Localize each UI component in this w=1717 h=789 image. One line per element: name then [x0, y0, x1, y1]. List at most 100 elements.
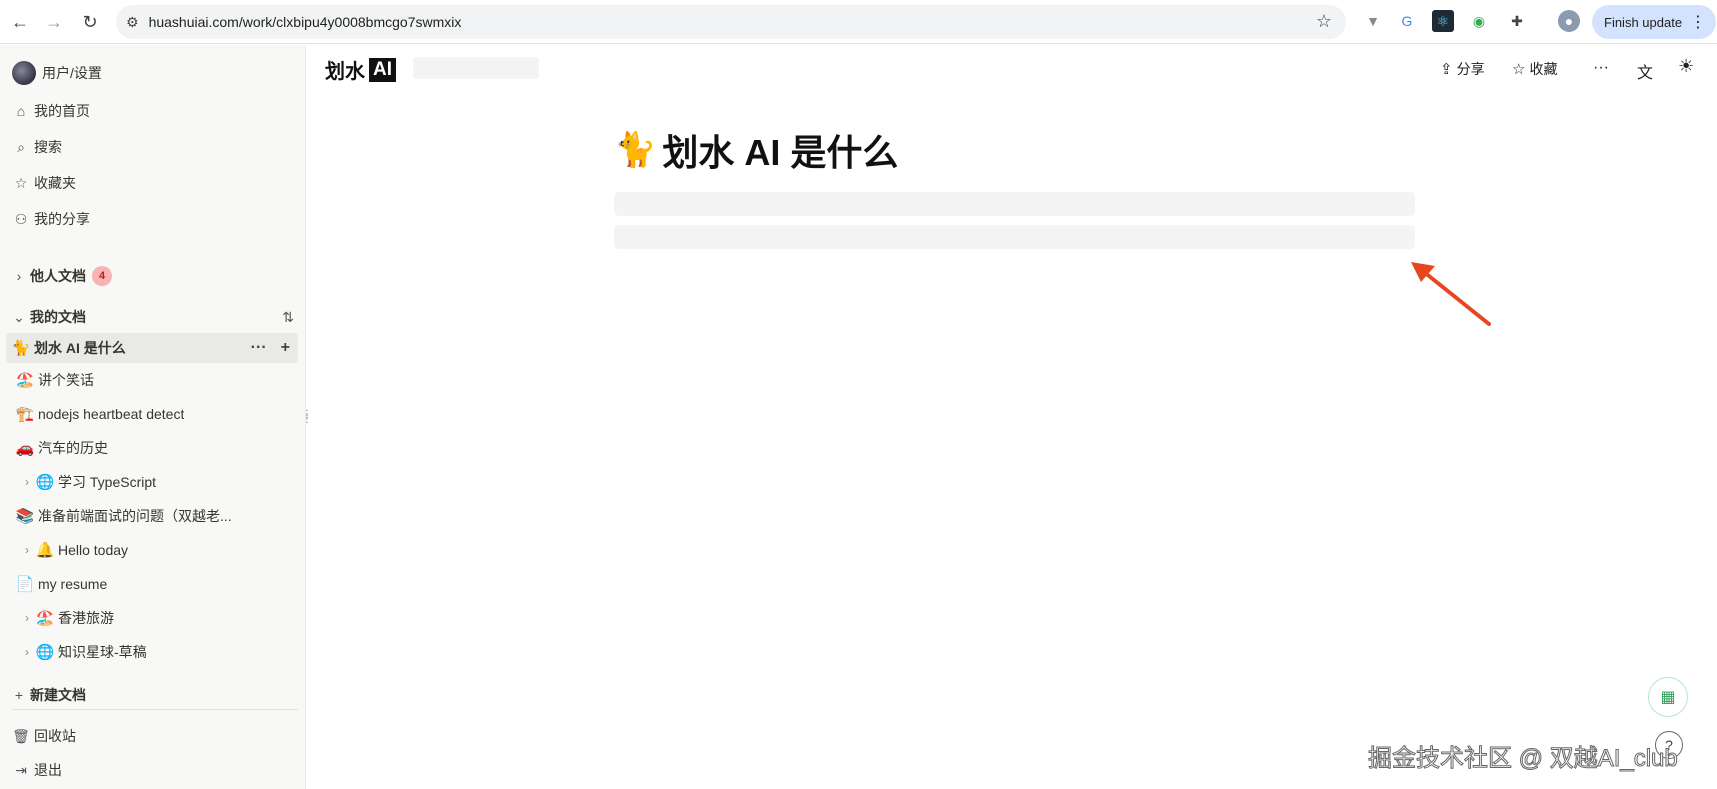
extension-react-icon[interactable]: ⚛: [1432, 10, 1454, 32]
browser-toolbar: ← → ↻ ⚙ huashuiai.com/work/clxbipu4y0008…: [0, 0, 1717, 44]
doc-item[interactable]: 📄 my resume: [6, 569, 298, 599]
others-docs-section[interactable]: › 他人文档 4: [12, 262, 112, 290]
theme-sun-icon[interactable]: ☀: [1678, 56, 1694, 77]
doc-emoji: 🌐: [35, 474, 55, 491]
doc-emoji: 🏗️: [15, 406, 35, 423]
doc-item[interactable]: 🏖️ 讲个笑话: [6, 365, 298, 395]
bookmark-star-icon[interactable]: ☆: [1316, 11, 1332, 32]
sidebar-item-label: 我的分享: [34, 211, 90, 227]
doc-emoji: 🔔: [35, 542, 55, 559]
extensions-puzzle-icon[interactable]: ✚: [1506, 10, 1528, 32]
doc-title: 知识星球-草稿: [58, 644, 147, 660]
avatar: [12, 61, 36, 85]
more-horizontal-icon[interactable]: ···: [1593, 59, 1609, 77]
doc-title: 学习 TypeScript: [58, 474, 157, 490]
sidebar-item-my-shares[interactable]: ⚇ 我的分享: [12, 205, 90, 233]
share-label: 分享: [1456, 61, 1485, 77]
sidebar-item-home[interactable]: ⌂ 我的首页: [12, 97, 90, 125]
doc-title: 汽车的历史: [38, 440, 108, 456]
doc-emoji: 🏖️: [15, 372, 35, 389]
doc-title: 香港旅游: [58, 610, 114, 626]
home-icon: ⌂: [16, 103, 26, 119]
search-icon: ⌕: [17, 138, 25, 155]
doc-title-text: 划水 AI 是什么: [662, 132, 899, 173]
doc-emoji: 📚: [15, 508, 35, 525]
new-doc-button[interactable]: + 新建文档: [12, 681, 86, 709]
user-settings-label: 用户/设置: [42, 65, 102, 81]
plus-icon: +: [14, 687, 24, 703]
trash-icon: 🗑: [12, 727, 30, 744]
add-icon[interactable]: +: [281, 339, 290, 357]
doc-title: 准备前端面试的问题（双越老...: [38, 508, 232, 524]
breadcrumb-placeholder: [413, 57, 539, 79]
star-icon: ☆: [14, 174, 28, 191]
doc-emoji: 🏖️: [35, 610, 55, 627]
doc-item-active[interactable]: 🐈 划水 AI 是什么 ··· +: [6, 333, 298, 363]
chevron-right-icon[interactable]: ›: [20, 543, 34, 557]
sidebar-resize-handle[interactable]: ⋮ ⋮: [302, 410, 312, 426]
trash-label: 回收站: [34, 728, 76, 744]
chevron-right-icon[interactable]: ›: [20, 645, 34, 659]
translate-icon[interactable]: 文: [1637, 59, 1653, 83]
share-icon: ⇪: [1440, 61, 1453, 78]
reload-icon[interactable]: ↻: [76, 8, 104, 36]
favorite-button[interactable]: ☆ 收藏: [1512, 59, 1557, 79]
doc-emoji: 🌐: [35, 644, 55, 661]
new-doc-label: 新建文档: [30, 687, 86, 703]
others-docs-count-badge: 4: [92, 266, 112, 286]
sidebar-item-label: 搜索: [34, 139, 62, 155]
users-icon: ⚇: [14, 210, 28, 227]
doc-item[interactable]: › 🌐 知识星球-草稿: [6, 637, 298, 667]
extension-round-icon[interactable]: ◉: [1468, 10, 1490, 32]
loading-skeleton-line: [614, 192, 1415, 216]
doc-item[interactable]: 🏗️ nodejs heartbeat detect: [6, 399, 298, 429]
profile-avatar-icon[interactable]: ●: [1558, 10, 1580, 32]
doc-item[interactable]: › 🌐 学习 TypeScript: [6, 467, 298, 497]
annotation-arrow: [1411, 262, 1491, 326]
logo[interactable]: 划水 AI: [325, 55, 396, 84]
qr-code-icon[interactable]: ▦: [1648, 677, 1688, 717]
doc-title: nodejs heartbeat detect: [38, 406, 185, 422]
logout-icon: ⇥: [15, 761, 27, 778]
doc-title: Hello today: [58, 542, 129, 558]
sidebar-item-favorites[interactable]: ☆ 收藏夹: [12, 169, 76, 197]
finish-update-button[interactable]: Finish update ⋮: [1592, 5, 1716, 39]
doc-title-emoji: 🐈: [614, 131, 657, 169]
doc-item[interactable]: › 🏖️ 香港旅游: [6, 603, 298, 633]
more-horizontal-icon[interactable]: ···: [251, 339, 267, 357]
url-text[interactable]: huashuiai.com/work/clxbipu4y0008bmcgo7sw…: [149, 14, 462, 30]
doc-item[interactable]: 📚 准备前端面试的问题（双越老...: [6, 501, 298, 531]
logout-button[interactable]: ⇥ 退出: [12, 756, 62, 784]
sidebar-item-label: 我的首页: [34, 103, 90, 119]
forward-icon[interactable]: →: [40, 8, 68, 36]
share-button[interactable]: ⇪ 分享: [1440, 59, 1485, 79]
extension-translate-icon[interactable]: G: [1396, 10, 1418, 32]
address-bar[interactable]: ⚙ huashuiai.com/work/clxbipu4y0008bmcgo7…: [116, 5, 1346, 39]
more-vertical-icon: ⋮: [1690, 14, 1706, 31]
page-title[interactable]: 🐈 划水 AI 是什么: [614, 124, 898, 176]
user-settings[interactable]: 用户/设置: [12, 59, 102, 87]
chevron-right-icon[interactable]: ›: [20, 611, 34, 625]
sidebar-item-search[interactable]: ⌕ 搜索: [12, 133, 62, 161]
chevron-down-icon: ⌄: [13, 308, 25, 325]
sidebar-item-label: 收藏夹: [34, 175, 76, 191]
chevron-right-icon: ›: [16, 268, 22, 284]
chevron-right-icon[interactable]: ›: [20, 475, 34, 489]
favorite-label: 收藏: [1529, 61, 1558, 77]
finish-update-label: Finish update: [1604, 14, 1683, 30]
doc-title: my resume: [38, 576, 108, 592]
doc-item[interactable]: 🚗 汽车的历史: [6, 433, 298, 463]
extension-vue-icon[interactable]: ▼: [1362, 10, 1384, 32]
doc-item[interactable]: › 🔔 Hello today: [6, 535, 298, 565]
sort-icon[interactable]: ⇅: [282, 309, 294, 326]
back-icon[interactable]: ←: [6, 8, 34, 36]
sidebar: 用户/设置 ⌂ 我的首页 ⌕ 搜索 ☆ 收藏夹 ⚇ 我的分享 › 他人文档 4 …: [0, 45, 306, 789]
logo-ai: AI: [369, 57, 396, 82]
doc-emoji: 🚗: [15, 440, 35, 457]
my-docs-section[interactable]: ⌄ 我的文档 ⇅: [12, 303, 294, 331]
watermark: 掘金技术社区 @ 双越AI_club: [1368, 745, 1679, 773]
doc-emoji: 📄: [15, 576, 35, 593]
doc-title: 讲个笑话: [38, 372, 94, 388]
site-info-icon[interactable]: ⚙: [126, 14, 139, 31]
trash-button[interactable]: 🗑 回收站: [12, 722, 76, 750]
